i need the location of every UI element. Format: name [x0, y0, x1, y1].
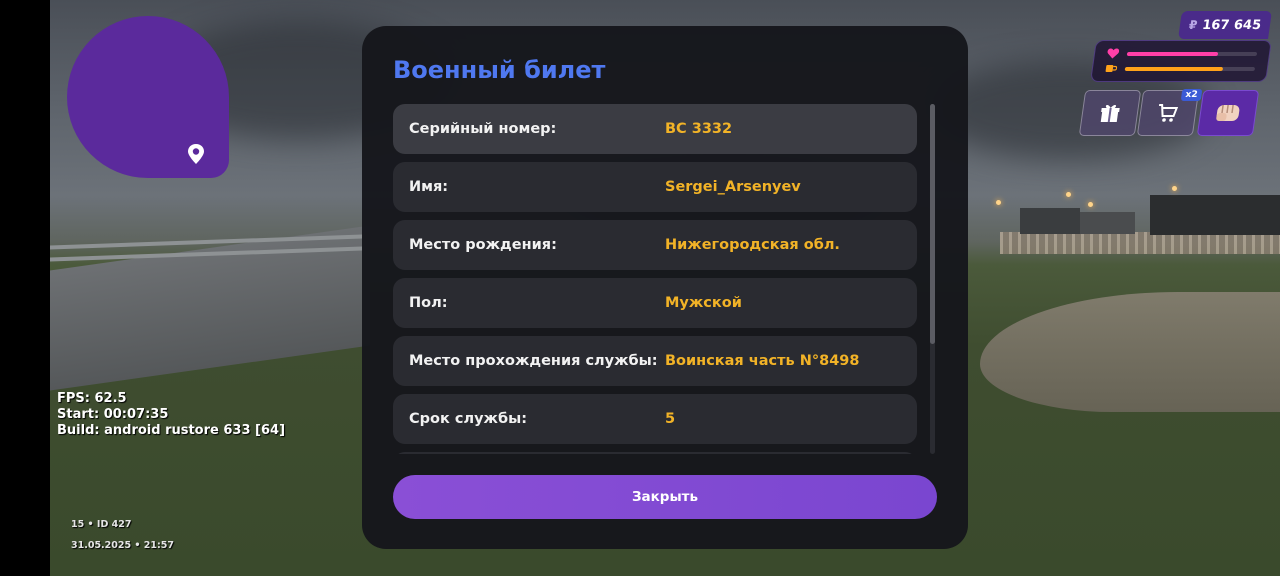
row-label: Место прохождения службы: — [409, 353, 658, 369]
list-item-service-place[interactable]: Место прохождения службы: Воинская часть… — [393, 336, 917, 386]
house — [1150, 195, 1280, 235]
location-pin-icon — [188, 144, 204, 164]
shop-button[interactable]: x2 — [1136, 89, 1203, 136]
row-value: Воинская часть N°8498 — [665, 353, 860, 369]
row-value: Sergei_Arsenyev — [665, 179, 801, 195]
hunger-bar-fill — [1124, 66, 1223, 71]
money-amount: 167 645 — [1201, 17, 1263, 33]
hunger-row — [1104, 63, 1256, 74]
row-label: Имя: — [409, 179, 449, 195]
house — [1080, 212, 1135, 234]
money-display: ₽ 167 645 — [1178, 11, 1272, 39]
health-bar-fill — [1126, 51, 1219, 56]
dialog-title: Военный билет — [393, 56, 606, 84]
start-time-text: Start: 00:07:35 — [57, 407, 169, 422]
cup-icon — [1105, 65, 1118, 72]
info-list[interactable]: Серийный номер: ВС 3332 Имя: Sergei_Arse… — [393, 104, 917, 454]
list-item-serial[interactable]: Серийный номер: ВС 3332 — [393, 104, 917, 154]
street-light — [1088, 202, 1093, 207]
currency-icon: ₽ — [1187, 18, 1199, 32]
health-row — [1106, 48, 1258, 59]
row-value: Мужской — [665, 295, 742, 311]
gift-button[interactable] — [1078, 90, 1142, 136]
row-label: Место рождения: — [409, 237, 557, 253]
hunger-bar — [1124, 66, 1256, 71]
list-item-name[interactable]: Имя: Sergei_Arsenyev — [393, 162, 917, 212]
left-black-bar — [0, 0, 50, 576]
list-item-birthplace[interactable]: Место рождения: Нижегородская обл. — [393, 220, 917, 270]
row-value: Нижегородская обл. — [665, 237, 840, 253]
gift-icon — [1100, 105, 1120, 122]
street-light — [996, 200, 1001, 205]
debug-info: FPS: 62.5 Start: 00:07:35 Build: android… — [57, 391, 285, 439]
house — [1020, 208, 1080, 234]
list-item-service-term[interactable]: Срок службы: 5 — [393, 394, 917, 444]
build-text: Build: android rustore 633 [64] — [57, 423, 286, 438]
cart-icon — [1158, 104, 1179, 122]
heart-icon — [1107, 48, 1120, 59]
fist-button[interactable] — [1196, 90, 1260, 136]
row-label: Срок службы: — [409, 411, 528, 427]
fist-icon — [1216, 105, 1240, 121]
datetime-text: 31.05.2025 • 21:57 — [71, 540, 175, 551]
scrollbar[interactable] — [930, 104, 935, 454]
dirt-patch — [980, 292, 1280, 412]
cart-badge: x2 — [1180, 89, 1203, 101]
street-light — [1066, 192, 1071, 197]
list-item-partial[interactable] — [393, 452, 917, 454]
fps-text: FPS: 62.5 — [57, 391, 127, 406]
row-label: Серийный номер: — [409, 121, 557, 137]
server-id-text: 15 • ID 427 — [71, 519, 132, 530]
row-value: 5 — [665, 411, 676, 427]
fence — [1000, 232, 1280, 254]
list-item-gender[interactable]: Пол: Мужской — [393, 278, 917, 328]
street-light — [1172, 186, 1177, 191]
row-label: Пол: — [409, 295, 448, 311]
scrollbar-thumb[interactable] — [930, 104, 935, 344]
row-value: ВС 3332 — [665, 121, 733, 137]
close-button[interactable]: Закрыть — [393, 475, 937, 519]
health-bar — [1126, 51, 1258, 56]
military-id-dialog: Военный билет Серийный номер: ВС 3332 Им… — [362, 26, 968, 549]
status-bars — [1090, 40, 1272, 82]
